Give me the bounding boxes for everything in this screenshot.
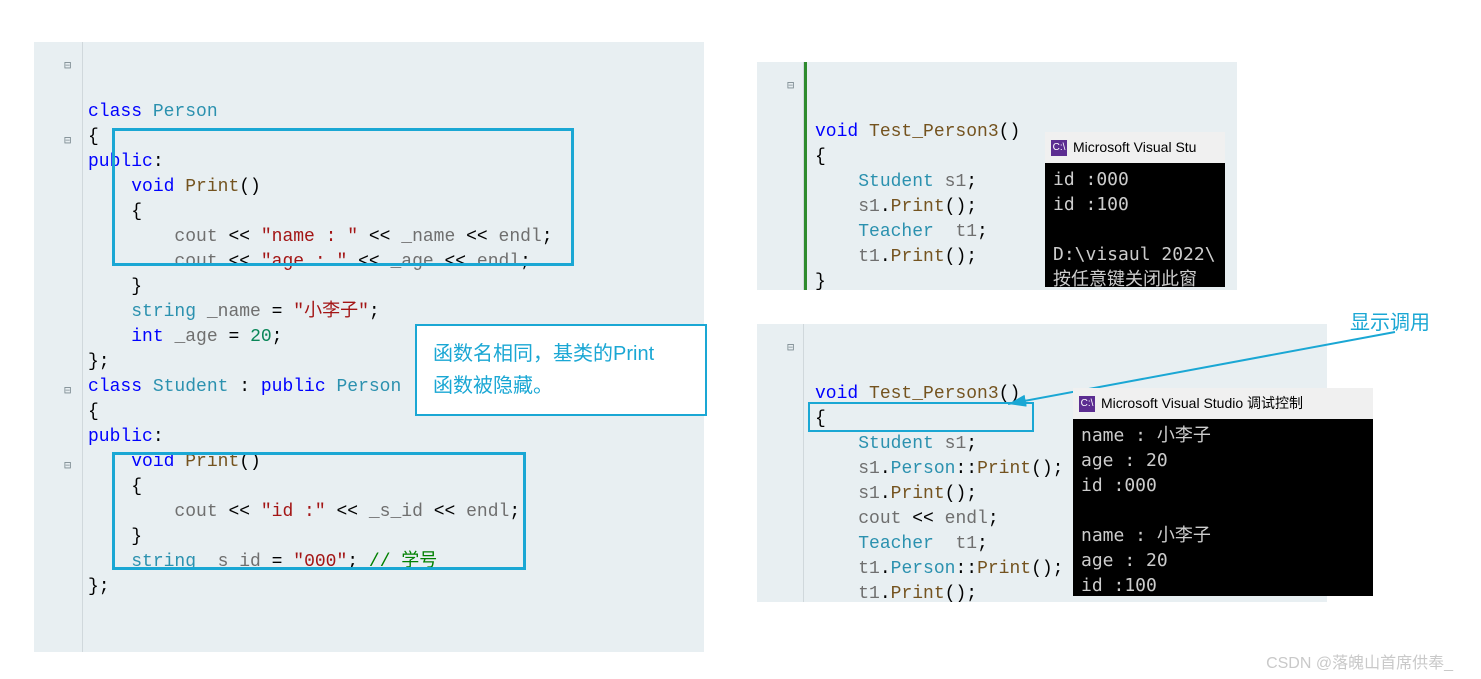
- annotation-line1: 函数名相同，基类的Print: [433, 338, 689, 370]
- console-body: name : 小李子 age : 20 id :000 name : 小李子 a…: [1073, 419, 1373, 602]
- console-title: C:\ Microsoft Visual Studio 调试控制: [1073, 388, 1373, 419]
- console-top: C:\ Microsoft Visual Stu id :000 id :100…: [1045, 132, 1225, 287]
- vs-icon: C:\: [1079, 396, 1095, 412]
- vs-icon: C:\: [1051, 140, 1067, 156]
- explicit-call-label: 显示调用: [1350, 306, 1430, 335]
- console-title-text: Microsoft Visual Stu: [1073, 135, 1196, 160]
- annotation-line2: 函数被隐藏。: [433, 370, 689, 402]
- watermark: CSDN @落魄山首席供奉_: [1266, 649, 1453, 673]
- annotation-center: 函数名相同，基类的Print 函数被隐藏。: [415, 324, 707, 416]
- console-title-text: Microsoft Visual Studio 调试控制: [1101, 391, 1303, 416]
- console-bottom: C:\ Microsoft Visual Studio 调试控制 name : …: [1073, 388, 1373, 596]
- console-body: id :000 id :100 D:\visaul 2022\ 按任意键关闭此窗: [1045, 163, 1225, 296]
- console-title: C:\ Microsoft Visual Stu: [1045, 132, 1225, 163]
